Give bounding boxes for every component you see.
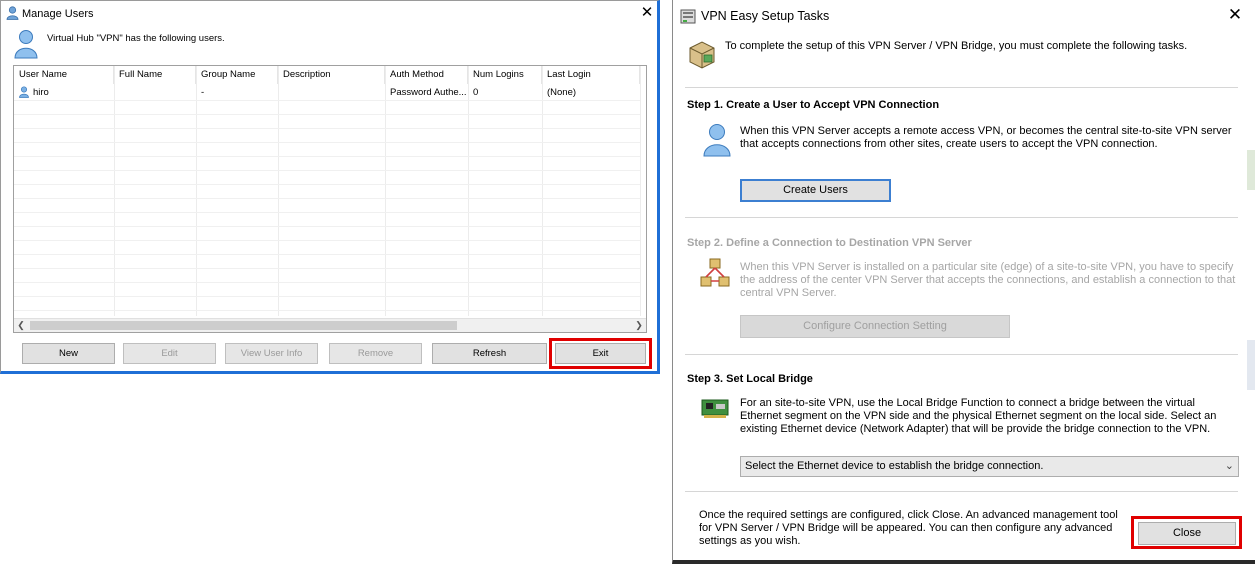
footer-text: Once the required settings are configure… [699,509,1118,547]
step1-description: When this VPN Server accepts a remote ac… [740,125,1232,150]
column-header-user-name[interactable]: User Name [14,66,114,84]
scroll-left-icon[interactable]: ❮ [14,319,28,332]
background-window-edge [1247,340,1255,390]
chevron-down-icon: ⌄ [1224,460,1234,472]
cell-full-name [114,86,196,100]
new-button[interactable]: New [22,343,115,364]
column-header-auth-method[interactable]: Auth Method [385,66,468,84]
view-user-info-button[interactable]: View User Info [225,343,318,364]
step2-description: When this VPN Server is installed on a p… [740,261,1236,299]
cell-last-login: (None) [547,87,577,98]
refresh-button[interactable]: Refresh [432,343,547,364]
cell-description [278,86,385,100]
scroll-right-icon[interactable]: ❯ [632,319,646,332]
intro-text: To complete the setup of this VPN Server… [725,40,1188,52]
remove-button[interactable]: Remove [329,343,422,364]
edit-button[interactable]: Edit [123,343,216,364]
background-window-edge [1247,150,1255,190]
step2-title: Step 2. Define a Connection to Destinati… [687,237,972,249]
cell-auth-method: Password Authe... [390,87,467,98]
cell-group-name: - [201,87,205,98]
column-header-group-name[interactable]: Group Name [196,66,278,84]
divider [685,354,1238,355]
highlight-box [1131,516,1242,549]
step1-title: Step 1. Create a User to Accept VPN Conn… [687,99,940,111]
setup-box-icon [686,38,718,73]
window-title: VPN Easy Setup Tasks [701,9,830,23]
close-icon[interactable]: ✕ [1225,5,1245,25]
column-header-description[interactable]: Description [278,66,385,84]
close-icon[interactable]: ✕ [638,4,656,22]
hub-description: Virtual Hub "VPN" has the following user… [47,33,225,44]
user-icon [14,29,38,62]
scrollbar-thumb[interactable] [30,321,457,330]
column-header-last-login[interactable]: Last Login [542,66,640,84]
ethernet-device-select-value: Select the Ethernet device to establish … [745,460,1044,472]
column-header-num-logins[interactable]: Num Logins [468,66,542,84]
configure-connection-setting-button[interactable]: Configure Connection Setting [740,315,1010,338]
step3-title: Step 3. Set Local Bridge [687,373,813,385]
divider [685,87,1238,88]
create-users-button[interactable]: Create Users [740,179,891,202]
server-icon [680,9,696,27]
highlight-box [549,338,652,369]
ethernet-device-select[interactable]: Select the Ethernet device to establish … [740,456,1239,477]
step3-description: For an site-to-site VPN, use the Local B… [740,397,1217,435]
column-header-full-name[interactable]: Full Name [114,66,196,84]
manage-users-window: Manage Users ✕ Virtual Hub "VPN" has the… [0,0,660,374]
divider [685,491,1238,492]
users-table: User Name Full Name Group Name Descripti… [13,65,647,333]
cell-num-logins: 0 [473,87,479,98]
window-title: Manage Users [22,8,94,20]
table-header: User Name Full Name Group Name Descripti… [14,66,646,84]
user-icon [6,6,19,23]
divider [685,217,1238,218]
network-connection-icon [699,257,731,292]
vpn-easy-setup-window: VPN Easy Setup Tasks ✕ To complete the s… [672,0,1255,564]
user-icon [703,123,731,160]
cell-user-name: hiro [33,87,49,98]
horizontal-scrollbar[interactable]: ❮ ❯ [14,318,646,332]
network-adapter-icon [700,398,732,423]
